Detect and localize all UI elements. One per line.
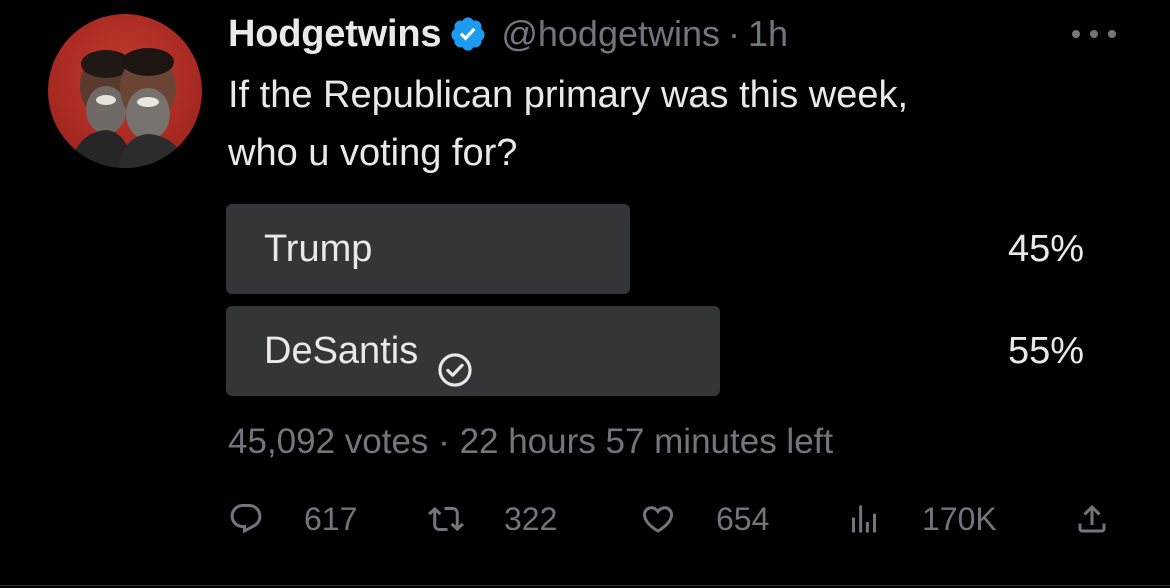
reply-button[interactable]: 617 [228, 492, 357, 546]
separator-dot: · [438, 422, 450, 461]
poll-option-trump: Trump 45% [226, 204, 1088, 294]
views-count: 170K [922, 500, 997, 537]
divider [0, 585, 1170, 586]
tweet[interactable]: Hodgetwins @hodgetwins · 1h If the Repub… [0, 0, 1170, 588]
share-icon [1078, 504, 1106, 533]
tweet-header: Hodgetwins @hodgetwins · 1h [228, 12, 788, 56]
check-circle-icon [436, 332, 474, 387]
retweet-count: 322 [504, 500, 558, 537]
poll-time-left: 22 hours 57 minutes left [459, 422, 834, 461]
poll-option-label: Trump [264, 228, 373, 270]
views-button[interactable]: 170K [846, 492, 997, 546]
reply-icon [230, 504, 262, 534]
more-options-icon[interactable] [1072, 22, 1116, 46]
tweet-text-line: If the Republican primary was this week, [228, 74, 909, 116]
tweet-timestamp[interactable]: 1h [748, 13, 788, 55]
separator-dot: · [728, 13, 740, 54]
poll-option-label: DeSantis [264, 330, 419, 372]
tweet-text: If the Republican primary was this week,… [228, 66, 1108, 182]
retweet-button[interactable]: 322 [428, 492, 557, 546]
avatar-image [68, 48, 188, 168]
poll-option-desantis: DeSantis 55% [226, 306, 1088, 396]
views-chart-icon [852, 505, 876, 533]
poll-option-percent: 55% [1007, 330, 1084, 372]
poll-option-percent: 45% [1007, 228, 1084, 270]
like-count: 654 [716, 500, 770, 537]
heart-icon [642, 506, 674, 533]
poll-meta: 45,092 votes · 22 hours 57 minutes left [228, 422, 833, 462]
user-handle[interactable]: @hodgetwins [501, 13, 720, 55]
reply-count: 617 [304, 500, 358, 537]
share-button[interactable] [1074, 492, 1110, 546]
poll-votes: 45,092 votes [228, 422, 429, 461]
verified-badge-icon [449, 15, 487, 53]
avatar[interactable] [48, 14, 202, 168]
tweet-text-line: who u voting for? [228, 132, 518, 174]
retweet-icon [428, 506, 464, 532]
like-button[interactable]: 654 [640, 492, 769, 546]
display-name[interactable]: Hodgetwins [228, 13, 442, 56]
tweet-actions: 617 322 654 170K [228, 492, 1118, 546]
